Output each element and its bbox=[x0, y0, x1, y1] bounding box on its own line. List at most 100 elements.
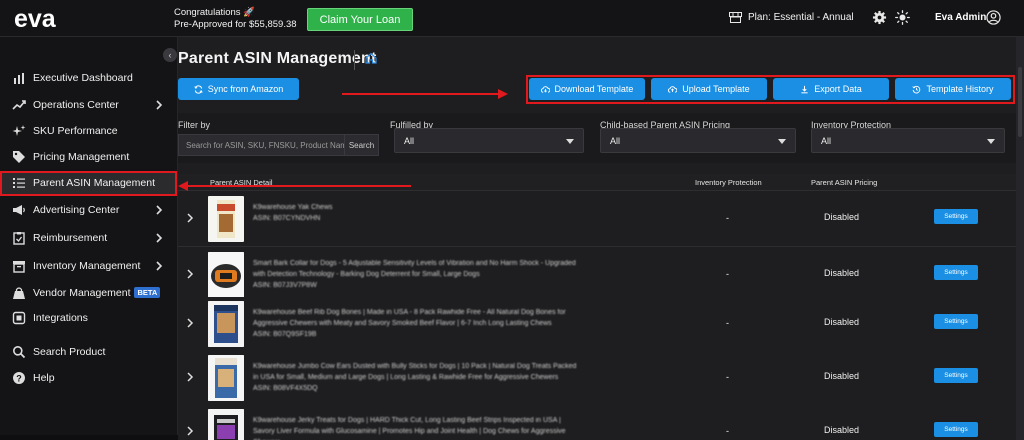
sidebar-item-label: Parent ASIN Management bbox=[33, 177, 155, 189]
inventory-protection-value: - bbox=[726, 372, 729, 382]
svg-text:?: ? bbox=[16, 373, 22, 383]
settings-button[interactable]: Settings bbox=[934, 209, 978, 224]
upload-template-button[interactable]: Upload Template bbox=[651, 78, 767, 100]
sidebar-item-label: Help bbox=[33, 372, 55, 384]
product-image bbox=[208, 301, 244, 347]
template-history-button[interactable]: Template History bbox=[895, 78, 1011, 100]
parent-asin-pricing-value: Disabled bbox=[824, 212, 860, 222]
sidebar-item-inventory-management[interactable]: Inventory Management bbox=[0, 254, 178, 278]
table-row[interactable]: K9warehouse Yak Chews ASIN: B07CYNDVHN -… bbox=[178, 192, 1016, 247]
product-name: Smart Bark Collar for Dogs - 5 Adjustabl… bbox=[253, 260, 576, 278]
app-window: eva Congratulations 🚀 Pre-Approved for $… bbox=[0, 0, 1024, 440]
fulfilled-by-select[interactable]: All bbox=[394, 128, 584, 153]
sidebar-item-label: Search Product bbox=[33, 346, 106, 358]
download-template-label: Download Template bbox=[554, 84, 634, 94]
inventory-protection-value: - bbox=[726, 426, 729, 436]
plug-icon bbox=[12, 311, 26, 325]
fulfilled-by-value: All bbox=[404, 135, 415, 146]
sidebar-footer bbox=[0, 435, 178, 440]
sidebar-item-sku-performance[interactable]: SKU Performance bbox=[0, 119, 178, 143]
sidebar-item-label: Pricing Management bbox=[33, 151, 130, 163]
chevron-right-icon[interactable] bbox=[186, 212, 194, 224]
settings-button[interactable]: Settings bbox=[934, 314, 978, 329]
top-bar: eva Congratulations 🚀 Pre-Approved for $… bbox=[0, 0, 1024, 37]
sidebar-item-advertising-center[interactable]: Advertising Center bbox=[0, 198, 178, 222]
claim-loan-button[interactable]: Claim Your Loan bbox=[307, 8, 413, 31]
table-header: Parent ASIN Detail Inventory Protection … bbox=[178, 174, 1016, 191]
product-asin: ASIN: B07Q9SF19B bbox=[253, 331, 317, 338]
box-icon bbox=[13, 261, 25, 273]
collapse-sidebar-button[interactable]: ‹ bbox=[163, 48, 177, 62]
user-circle-icon[interactable] bbox=[986, 10, 1001, 25]
history-icon bbox=[912, 85, 921, 93]
sun-icon[interactable] bbox=[895, 10, 910, 25]
beta-badge: BETA bbox=[134, 287, 161, 298]
search-icon bbox=[13, 346, 26, 359]
parent-asin-pricing-value: Disabled bbox=[824, 268, 860, 278]
chevron-down-icon bbox=[778, 139, 786, 144]
column-header-inventory-protection: Inventory Protection bbox=[695, 178, 762, 187]
search-input[interactable] bbox=[178, 134, 345, 156]
sidebar-item-pricing-management[interactable]: Pricing Management bbox=[0, 145, 178, 169]
product-name: K9warehouse Jerky Treats for Dogs | HARD… bbox=[253, 417, 566, 440]
chevron-right-icon bbox=[156, 233, 163, 243]
sidebar-item-label: Vendor Management bbox=[33, 287, 131, 299]
chevron-right-icon[interactable] bbox=[186, 371, 194, 383]
plan-indicator[interactable]: Plan: Essential - Annual bbox=[729, 12, 854, 23]
settings-button[interactable]: Settings bbox=[934, 265, 978, 280]
product-asin: ASIN: B07J3V7P8W bbox=[253, 282, 317, 289]
sidebar-item-help[interactable]: ? Help bbox=[0, 366, 178, 390]
chart-bars-icon bbox=[14, 73, 24, 84]
inventory-protection-select[interactable]: All bbox=[811, 128, 1005, 153]
preapproval-message: Congratulations 🚀 Pre-Approved for $55,8… bbox=[174, 7, 297, 31]
eva-logo[interactable]: eva bbox=[14, 6, 84, 32]
list-icon bbox=[13, 178, 25, 188]
sidebar-item-vendor-management[interactable]: Vendor Management BETA bbox=[0, 281, 178, 305]
table-row[interactable]: K9warehouse Jerky Treats for Dogs | HARD… bbox=[178, 405, 1016, 440]
download-template-button[interactable]: Download Template bbox=[529, 78, 645, 100]
chevron-right-icon[interactable] bbox=[186, 425, 194, 437]
inventory-protection-value: - bbox=[726, 318, 729, 328]
inventory-protection-value: - bbox=[726, 213, 729, 223]
sidebar: Executive Dashboard Operations Center SK… bbox=[0, 37, 178, 440]
chevron-right-icon[interactable] bbox=[186, 317, 194, 329]
product-info: K9warehouse Jumbo Cow Ears Dusted with B… bbox=[253, 361, 583, 394]
filters-panel: Filter by Search Fulfilled by All Child-… bbox=[178, 113, 1016, 163]
chevron-right-icon bbox=[156, 100, 163, 110]
plan-label: Plan: Essential - Annual bbox=[748, 12, 854, 23]
table-row[interactable]: K9warehouse Beef Rib Dog Bones | Made in… bbox=[178, 297, 1016, 352]
export-data-label: Export Data bbox=[814, 84, 862, 94]
gear-icon[interactable] bbox=[872, 10, 887, 25]
sidebar-item-search-product[interactable]: Search Product bbox=[0, 340, 178, 364]
sidebar-item-label-with-badge: Vendor Management BETA bbox=[33, 287, 161, 299]
sync-icon bbox=[194, 84, 203, 94]
sidebar-item-operations-center[interactable]: Operations Center bbox=[0, 93, 178, 117]
settings-button[interactable]: Settings bbox=[934, 422, 978, 437]
search-button[interactable]: Search bbox=[345, 134, 379, 156]
settings-button[interactable]: Settings bbox=[934, 368, 978, 383]
product-image bbox=[208, 409, 244, 440]
svg-text:eva: eva bbox=[14, 6, 57, 32]
user-name[interactable]: Eva Admin bbox=[935, 12, 986, 23]
sync-from-amazon-button[interactable]: Sync from Amazon bbox=[178, 78, 299, 100]
scrollbar-thumb[interactable] bbox=[1018, 67, 1022, 137]
chevron-right-icon[interactable] bbox=[186, 268, 194, 280]
sidebar-item-integrations[interactable]: Integrations bbox=[0, 306, 178, 330]
table-row[interactable]: K9warehouse Jumbo Cow Ears Dusted with B… bbox=[178, 351, 1016, 406]
home-icon[interactable] bbox=[365, 52, 377, 64]
sidebar-item-label: Inventory Management bbox=[33, 260, 141, 272]
table-row[interactable]: Smart Bark Collar for Dogs - 5 Adjustabl… bbox=[178, 248, 1016, 303]
trend-icon bbox=[12, 100, 26, 110]
export-data-button[interactable]: Export Data bbox=[773, 78, 889, 100]
product-image bbox=[208, 252, 244, 298]
product-info: Smart Bark Collar for Dogs - 5 Adjustabl… bbox=[253, 258, 583, 291]
sidebar-item-reimbursement[interactable]: Reimbursement bbox=[0, 226, 178, 250]
parent-asin-pricing-value: Disabled bbox=[824, 371, 860, 381]
sidebar-item-parent-asin-management[interactable]: Parent ASIN Management bbox=[0, 171, 178, 195]
product-name: K9warehouse Beef Rib Dog Bones | Made in… bbox=[253, 309, 566, 327]
template-history-label: Template History bbox=[926, 84, 994, 94]
chevron-right-icon bbox=[156, 261, 163, 271]
sidebar-item-label: SKU Performance bbox=[33, 125, 118, 137]
child-pricing-select[interactable]: All bbox=[600, 128, 796, 153]
sidebar-item-executive-dashboard[interactable]: Executive Dashboard bbox=[0, 66, 178, 90]
